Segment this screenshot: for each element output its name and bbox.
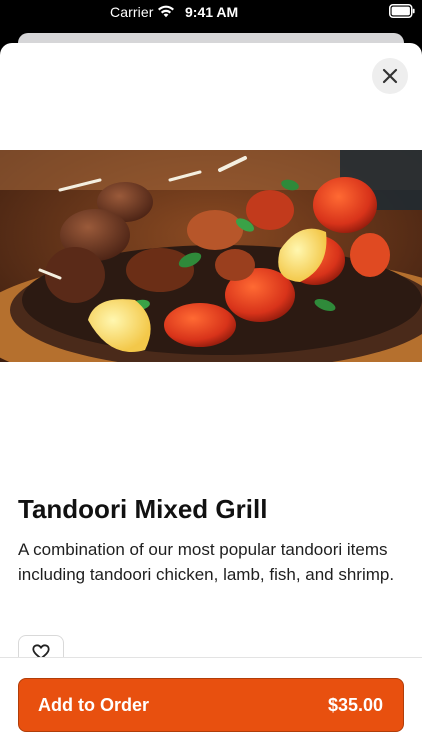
wifi-icon [158, 5, 174, 18]
status-bar: Carrier 9:41 AM [0, 0, 422, 24]
price-label: $35.00 [327, 695, 383, 715]
battery-icon [389, 4, 415, 18]
add-to-order-label: Add to Order [38, 695, 149, 715]
close-button[interactable] [372, 58, 408, 94]
dish-photo [0, 150, 422, 362]
clock-label: 9:41 AM [185, 4, 239, 20]
dish-title: Tandoori Mixed Grill [18, 494, 268, 524]
order-bar: Add to Order $35.00 [0, 657, 422, 750]
add-to-order-button[interactable]: Add to Order $35.00 [18, 678, 404, 732]
close-icon [382, 68, 398, 84]
dish-description: A combination of our most popular tandoo… [18, 540, 395, 584]
item-detail-sheet: Tandoori Mixed Grill A combination of ou… [0, 43, 422, 750]
carrier-label: Carrier [110, 4, 154, 20]
